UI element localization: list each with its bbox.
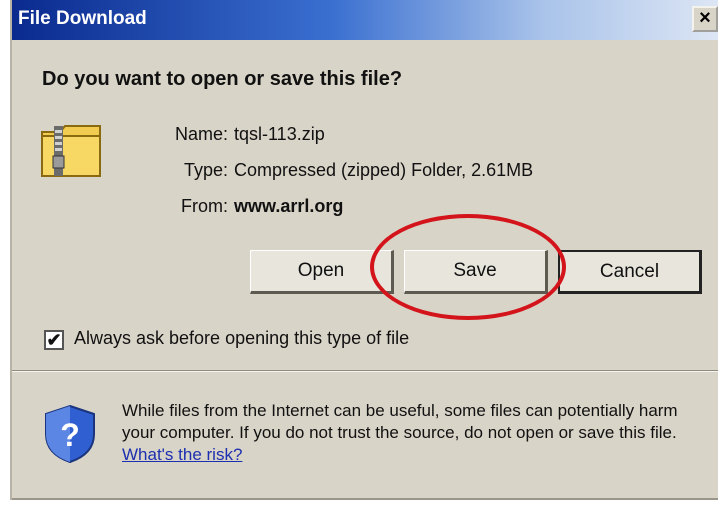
file-source: www.arrl.org — [234, 196, 344, 216]
whats-the-risk-link[interactable]: What's the risk? — [122, 445, 242, 464]
svg-text:?: ? — [60, 417, 80, 453]
file-name: tqsl-113.zip — [234, 124, 325, 144]
save-highlight-circle — [370, 214, 566, 320]
security-shield-icon: ? — [45, 404, 95, 464]
cancel-button[interactable]: Cancel — [558, 250, 702, 294]
window-title: File Download — [18, 8, 147, 29]
from-label: From: — [181, 196, 228, 216]
separator — [12, 370, 718, 372]
warning-text: While files from the Internet can be use… — [122, 401, 678, 442]
title-bar[interactable]: File Download × — [12, 0, 718, 40]
dialog-question: Do you want to open or save this file? — [42, 68, 403, 90]
security-warning: While files from the Internet can be use… — [122, 400, 712, 466]
file-download-dialog: File Download × Do you want to open or s… — [10, 0, 718, 500]
name-label: Name: — [174, 124, 228, 144]
close-icon[interactable]: × — [692, 6, 718, 32]
dialog-bottom-edge — [12, 498, 718, 500]
always-ask-label[interactable]: Always ask before opening this type of f… — [74, 328, 409, 349]
type-label: Type: — [183, 160, 228, 180]
always-ask-checkbox[interactable]: ✔ — [44, 330, 64, 350]
zip-folder-icon — [41, 125, 101, 177]
file-type: Compressed (zipped) Folder, 2.61MB — [234, 160, 534, 180]
